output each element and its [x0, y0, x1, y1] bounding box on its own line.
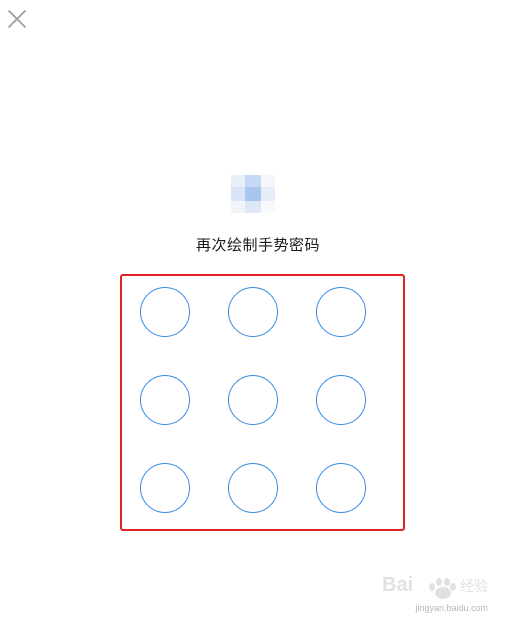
page-title: 再次绘制手势密码	[195, 236, 320, 254]
svg-text:经验: 经验	[460, 578, 488, 594]
close-icon	[8, 10, 26, 28]
gesture-dot-5[interactable]	[228, 375, 278, 425]
gesture-dot-9[interactable]	[316, 463, 366, 513]
gesture-dot-4[interactable]	[140, 375, 190, 425]
gesture-dot-6[interactable]	[316, 375, 366, 425]
gesture-dot-2[interactable]	[228, 287, 278, 337]
user-avatar-pixelated-icon	[231, 175, 275, 213]
svg-text:Bai: Bai	[382, 574, 413, 596]
gesture-dot-1[interactable]	[140, 287, 190, 337]
gesture-dot-7[interactable]	[140, 463, 190, 513]
close-button[interactable]	[6, 8, 28, 30]
gesture-dot-8[interactable]	[228, 463, 278, 513]
gesture-pad[interactable]	[0, 0, 516, 631]
gesture-dot-3[interactable]	[316, 287, 366, 337]
avatar	[231, 175, 275, 213]
watermark-text: jingyan.baidu.com	[415, 603, 488, 613]
